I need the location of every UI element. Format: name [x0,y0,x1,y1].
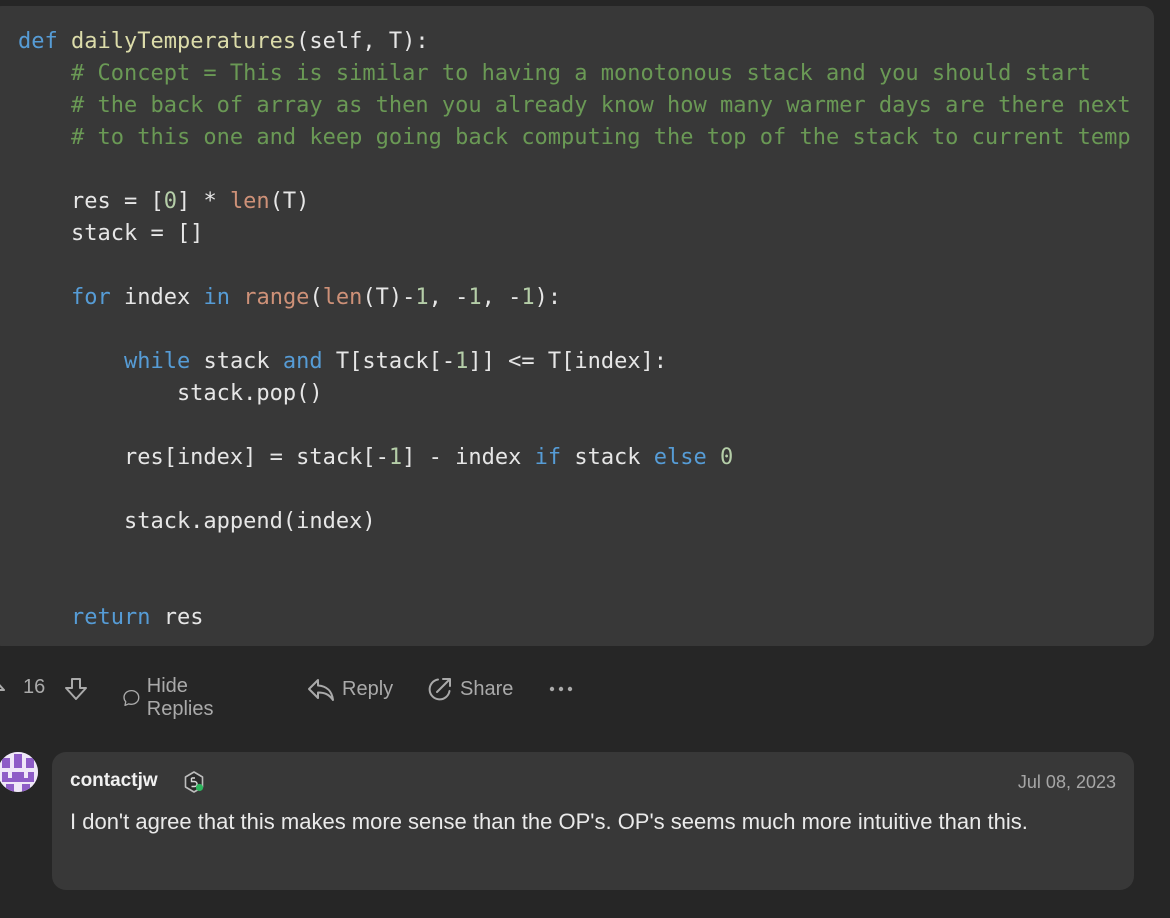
code-token: if [534,445,562,470]
reply-text: I don't agree that this makes more sense… [70,809,1028,834]
code-token: # to this one and keep going back comput… [18,125,1131,150]
code-line: def dailyTemperatures(self, T): [18,26,1131,58]
code-token: index [110,285,204,310]
code-token: stack [190,349,283,374]
code-token: for [70,285,111,310]
code-token: and [282,349,323,374]
code-token: 0 [163,189,177,214]
code-token: else [653,445,707,470]
avatar[interactable] [0,752,38,792]
code-token: # the back of array as then you already … [18,93,1131,118]
code-token: 1 [468,285,482,310]
code-token: 1 [521,285,535,310]
code-token: res = [ [18,189,164,214]
reply-button[interactable]: Reply [306,675,393,703]
code-block: def dailyTemperatures(self, T): # Concep… [0,6,1154,646]
code-line: stack = [] [18,218,1131,250]
code-token: ] * [176,189,230,214]
code-line: res = [0] * len(T) [18,186,1131,218]
code-token: # Concept = This is similar to having a … [18,61,1091,86]
reply-author[interactable]: contactjw [70,770,158,792]
code-token: def [18,29,71,54]
share-icon [428,678,451,701]
share-label: Share [460,677,514,700]
code-token: 0 [720,445,734,470]
code-token: , - [428,285,469,310]
code-token: (T) [269,189,310,214]
code-line: while stack and T[stack[-1]] <= T[index]… [18,346,1131,378]
code-token: 1 [455,349,469,374]
vote-count: 16 [23,676,46,698]
more-icon [549,686,573,692]
code-line: stack.pop() [18,378,1131,410]
more-options-button[interactable] [548,676,576,702]
code-line: for index in range(len(T)-1, -1, -1): [18,282,1131,314]
avatar-pixel [26,758,34,768]
code-token: res [150,605,204,630]
code-line: stack.append(index) [18,506,1131,538]
code-line: # the back of array as then you already … [18,90,1131,122]
code-content: def dailyTemperatures(self, T): # Concep… [18,26,1131,634]
code-token: res[index] = stack[- [18,445,389,470]
code-token: ): [534,285,562,310]
code-token: stack = [] [18,221,204,246]
code-token: range [243,285,310,310]
code-token: stack.pop() [18,381,323,406]
hide-replies-label: Hide Replies [146,675,214,720]
code-token: ] - index [402,445,535,470]
code-token: (self, T): [296,29,429,54]
avatar-pixel [2,758,10,768]
code-token: T[stack[- [322,349,456,374]
code-token: stack [561,445,654,470]
avatar-pixel [22,784,30,792]
code-line: return res [18,602,1131,634]
hide-replies-button[interactable]: Hide Replies [122,675,223,721]
reply-arrow-icon [308,679,334,701]
reply-date: Jul 08, 2023 [1017,772,1116,792]
code-token: 1 [388,445,403,470]
code-token: len [229,189,270,214]
avatar-pixel [14,754,22,768]
code-token: return [70,605,151,630]
downvote-button[interactable] [62,676,90,702]
reply-label: Reply [342,677,394,700]
avatar-pixel [2,772,34,782]
comment-bubble-icon [123,689,140,707]
share-button[interactable]: Share [426,675,513,703]
code-token: (T)- [362,285,416,310]
code-token: in [203,285,230,310]
code-line: res[index] = stack[-1] - index if stack … [18,442,1131,474]
code-token: stack.append(index) [18,509,376,534]
code-token: len [322,285,363,310]
code-token: 1 [415,285,429,310]
reply-comment: contactjw Jul 08, 2023 I don't agree tha… [52,752,1134,890]
upvote-icon[interactable] [0,676,8,702]
code-token: dailyTemperatures [70,29,297,54]
code-token: , - [481,285,522,310]
downvote-icon [65,678,87,700]
code-line: # Concept = This is similar to having a … [18,58,1131,90]
code-token: ]] <= T[index]: [468,349,668,374]
code-token: while [123,349,191,374]
code-token: ( [309,285,323,310]
code-line: # to this one and keep going back comput… [18,122,1131,154]
badge-icon [182,770,206,794]
avatar-pixel [6,784,14,792]
